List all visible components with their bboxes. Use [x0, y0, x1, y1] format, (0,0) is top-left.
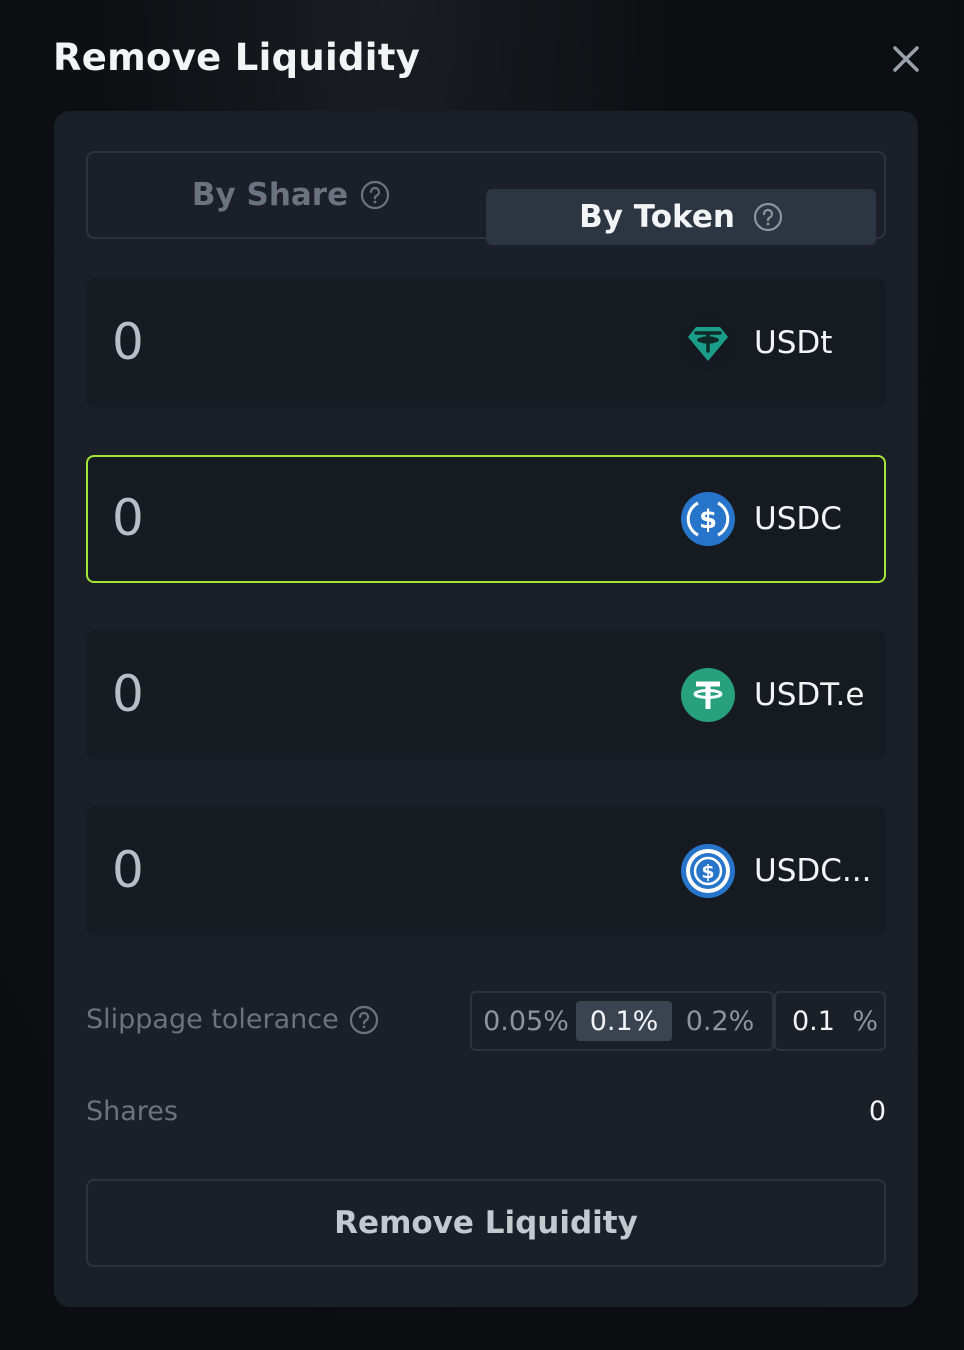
token-selector[interactable]: USDT.e [680, 667, 864, 723]
remove-liquidity-modal: Remove Liquidity By Share By Token 0 USD… [0, 0, 964, 1350]
token-symbol: USDT.e [754, 677, 865, 713]
amount-input[interactable]: 0 [112, 489, 144, 547]
token-symbol: USDC... [754, 853, 872, 889]
close-icon[interactable] [889, 42, 923, 76]
mode-tabs: By Share By Token [86, 151, 886, 245]
liquidity-card: By Share By Token 0 USDt 0 $ USDC 0 USDT… [54, 111, 918, 1307]
slippage-input[interactable]: 0.1 % [774, 991, 886, 1051]
remove-liquidity-button[interactable]: Remove Liquidity [86, 1179, 886, 1267]
help-icon[interactable] [360, 180, 390, 210]
token-row-usdte[interactable]: 0 USDT.e [86, 631, 886, 759]
svg-text:$: $ [701, 861, 714, 883]
amount-input[interactable]: 0 [112, 313, 144, 371]
usdc-icon: $ [681, 844, 735, 898]
token-selector[interactable]: USDt [680, 315, 832, 371]
help-icon[interactable] [753, 202, 783, 232]
token-row-usdc-bridged[interactable]: 0 $ USDC... [86, 807, 886, 935]
token-selector[interactable]: $ USDC [680, 491, 842, 547]
slippage-label: Slippage tolerance [86, 1004, 379, 1035]
slippage-label-text: Slippage tolerance [86, 1004, 339, 1035]
svg-text:$: $ [699, 505, 717, 535]
modal-title: Remove Liquidity [53, 36, 421, 79]
slippage-preset-0-2[interactable]: 0.2% [672, 1001, 768, 1041]
token-selector[interactable]: $ USDC... [680, 843, 871, 899]
amount-input[interactable]: 0 [112, 665, 144, 723]
tab-by-share-label: By Share [191, 177, 349, 213]
usdc-icon: $ [681, 492, 735, 546]
token-row-usdt[interactable]: 0 USDt [86, 279, 886, 407]
tether-icon [681, 668, 735, 722]
tether-diamond-icon [681, 316, 735, 370]
amount-input[interactable]: 0 [112, 841, 144, 899]
token-symbol: USDC [754, 501, 842, 537]
slippage-input-value[interactable]: 0.1 [792, 1006, 835, 1037]
slippage-presets: 0.05% 0.1% 0.2% [470, 991, 774, 1051]
shares-value: 0 [868, 1096, 886, 1127]
token-row-usdc[interactable]: 0 $ USDC [86, 455, 886, 583]
tab-by-token-label: By Token [579, 199, 735, 235]
token-symbol: USDt [754, 325, 833, 361]
help-icon[interactable] [349, 1005, 379, 1035]
shares-label: Shares [86, 1096, 178, 1127]
slippage-preset-0-1[interactable]: 0.1% [576, 1001, 672, 1041]
tab-by-token[interactable]: By Token [486, 189, 876, 245]
slippage-preset-0-05[interactable]: 0.05% [476, 1001, 576, 1041]
percent-unit: % [852, 1005, 878, 1037]
tab-by-share[interactable]: By Share [96, 161, 486, 229]
